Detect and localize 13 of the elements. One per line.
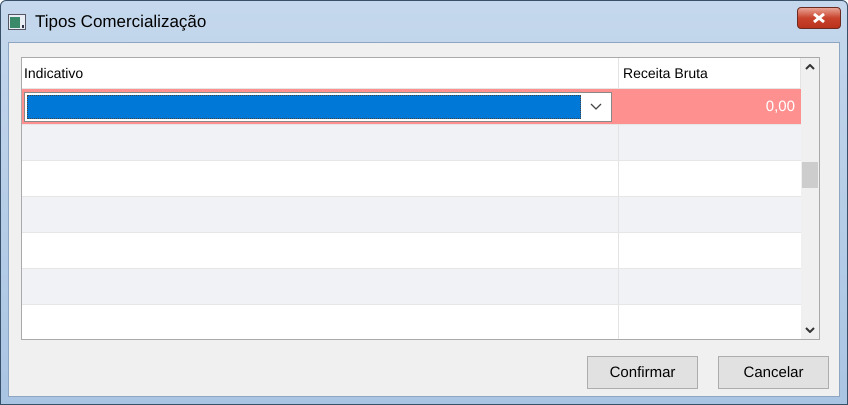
close-icon <box>812 12 826 22</box>
window-title: Tipos Comercialização <box>35 12 206 32</box>
dropdown-field[interactable] <box>24 92 612 122</box>
table-cell-text: 0,00 <box>764 97 796 117</box>
cancel-button[interactable]: Cancelar <box>718 356 829 389</box>
scroll-down-icon[interactable] <box>805 327 815 333</box>
chevron-down-icon[interactable] <box>590 103 602 110</box>
scroll-up-icon[interactable] <box>805 64 815 70</box>
close-button[interactable] <box>797 6 841 28</box>
scrollbar[interactable] <box>801 58 819 339</box>
window-icon <box>8 14 26 30</box>
confirm-button[interactable]: Confirmar <box>587 356 698 389</box>
scrollbar-thumb[interactable] <box>802 162 818 188</box>
